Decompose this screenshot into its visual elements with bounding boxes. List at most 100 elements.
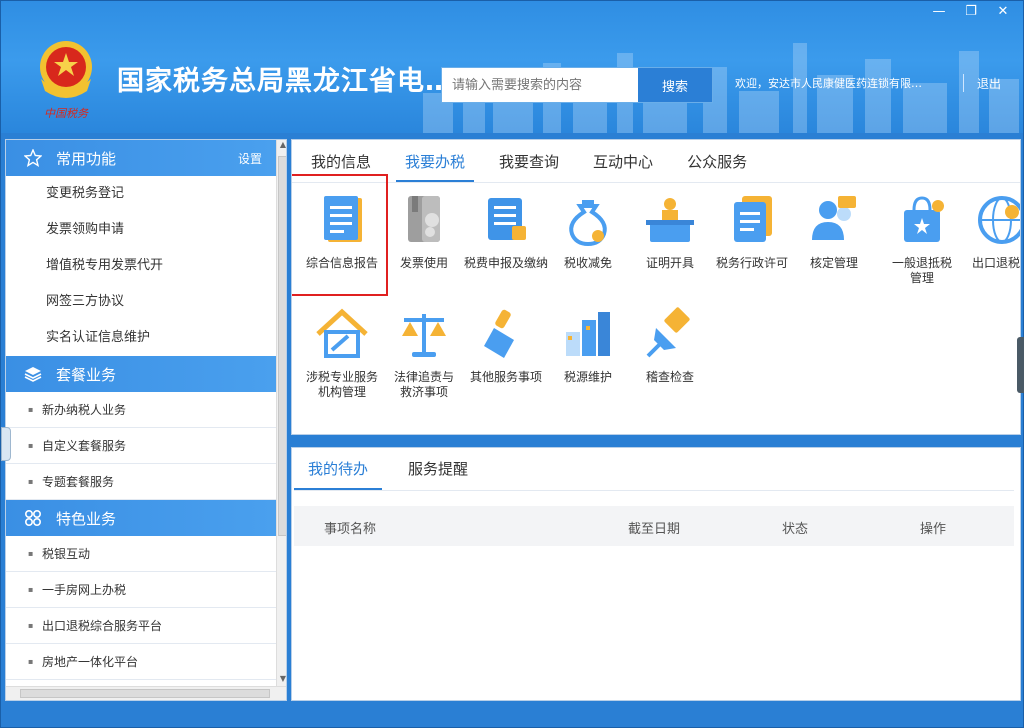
scrollbar-thumb[interactable]: [20, 689, 270, 698]
tasks-tabs: 我的待办 服务提醒: [294, 454, 494, 490]
pushpin-icon: [646, 307, 690, 358]
sidebar-item-tripartite-agreement[interactable]: 网签三方协议: [6, 284, 276, 320]
declaration-icon: [488, 198, 526, 240]
tile-tax-relief[interactable]: 税收减免: [546, 192, 630, 302]
search-input[interactable]: [442, 68, 636, 102]
sidebar-item-new-taxpayer[interactable]: 新办纳税人业务: [6, 392, 276, 428]
tab-query[interactable]: 我要查询: [490, 148, 568, 182]
tile-label: 涉税专业服务 机构管理: [305, 370, 378, 399]
sidebar-item-realname-auth[interactable]: 实名认证信息维护: [6, 320, 276, 356]
sidebar-collapse-handle[interactable]: [1, 427, 11, 461]
shopping-bag-icon: [904, 196, 944, 242]
selection-highlight-box: [292, 174, 388, 296]
tile-legal-remedy[interactable]: 法律追责与 救济事项: [382, 306, 466, 416]
list-item-label: 税银互动: [42, 547, 91, 561]
close-button[interactable]: ✕: [989, 3, 1017, 21]
tile-label: 税源维护: [563, 370, 612, 384]
money-bag-icon: [569, 200, 607, 247]
tile-other-services[interactable]: 其他服务事项: [464, 306, 548, 416]
sidebar-section-featured[interactable]: 特色业务: [6, 500, 276, 536]
tab-my-todo[interactable]: 我的待办: [294, 454, 383, 490]
minimize-button[interactable]: —: [925, 3, 953, 21]
sidebar-item-change-registration[interactable]: 变更税务登记: [6, 176, 276, 212]
sidebar-item-real-estate[interactable]: 房地产一体化平台: [6, 644, 276, 680]
sidebar-item-tax-bank[interactable]: 税银互动: [6, 536, 276, 572]
tasks-panel: 我的待办 服务提醒 事项名称 截至日期 状态 操作: [291, 447, 1021, 701]
tile-certificate[interactable]: 证明开具: [628, 192, 712, 302]
vertical-scrollbar[interactable]: ▲ ▼: [276, 140, 286, 686]
column-header-actions: 操作: [920, 522, 947, 537]
sidebar-item-custom-package[interactable]: 自定义套餐服务: [6, 428, 276, 464]
brush-icon: [484, 309, 514, 358]
tab-interaction[interactable]: 互动中心: [584, 148, 662, 182]
sidebar-item-topic-package[interactable]: 专题套餐服务: [6, 464, 276, 500]
users-icon: [812, 196, 856, 240]
search-box: 搜索: [441, 67, 713, 103]
section-label: 套餐业务: [56, 365, 117, 384]
tile-label: 其他服务事项: [469, 370, 542, 384]
tile-label: 一般退抵税 管理: [891, 256, 952, 285]
tab-divider: [294, 490, 1014, 491]
list-item-label: 一手房网上办税: [42, 583, 127, 597]
sidebar-section-package[interactable]: 套餐业务: [6, 356, 276, 392]
tile-assessment-management[interactable]: 核定管理: [792, 192, 876, 302]
tile-administrative-license[interactable]: 税务行政许可: [710, 192, 794, 302]
tile-label: 发票使用: [399, 256, 448, 270]
column-header-status: 状态: [782, 522, 809, 537]
tile-label: 稽查检查: [645, 370, 694, 384]
tile-label: 税务行政许可: [715, 256, 788, 270]
logout-link[interactable]: 退出: [977, 75, 1001, 92]
column-header-item-name: 事项名称: [324, 522, 377, 537]
tile-tax-agency-management[interactable]: 涉税专业服务 机构管理: [300, 306, 384, 416]
invoice-book-icon: [408, 196, 440, 242]
settings-link[interactable]: 设置: [238, 150, 262, 167]
tab-divider: [292, 182, 1020, 183]
tab-service-reminder[interactable]: 服务提醒: [394, 454, 482, 490]
scrollbar-thumb[interactable]: [278, 156, 286, 536]
header-banner: — ❐ ✕ 中国税务 国家税务总局黑龙江省电… 搜索 欢迎，安达市人民康健医药连…: [1, 1, 1023, 133]
divider: [963, 74, 964, 92]
tile-label: 税收减免: [563, 256, 612, 270]
service-desk-icon: [646, 198, 694, 242]
tile-export-refund[interactable]: 出口退税管: [960, 192, 1020, 302]
star-icon: [24, 149, 42, 167]
scales-icon: [402, 314, 446, 357]
sidebar-item-export-rebate[interactable]: 出口退税综合服务平台: [6, 608, 276, 644]
tile-tax-declaration[interactable]: 税费申报及缴纳: [464, 192, 548, 302]
table-header: 事项名称 截至日期 状态 操作: [294, 506, 1014, 546]
grid-icon: [24, 509, 42, 527]
sidebar-item-vat-invoice-issue[interactable]: 增值税专用发票代开: [6, 248, 276, 284]
tile-label: 法律追责与 救济事项: [393, 370, 454, 399]
app-window: — ❐ ✕ 中国税务 国家税务总局黑龙江省电… 搜索 欢迎，安达市人民康健医药连…: [0, 0, 1024, 728]
tab-public-service[interactable]: 公众服务: [678, 148, 756, 182]
svg-text:中国税务: 中国税务: [44, 107, 89, 120]
sidebar-section-common[interactable]: 常用功能 设置: [6, 140, 276, 176]
tab-tax-handling[interactable]: 我要办税: [396, 148, 475, 182]
tile-tax-source[interactable]: 税源维护: [546, 306, 630, 416]
status-bar: [1, 705, 1023, 727]
side-panel-handle[interactable]: [1017, 337, 1024, 393]
restore-button[interactable]: ❐: [957, 3, 985, 21]
license-icon: [734, 196, 772, 242]
sidebar-item-invoice-purchase[interactable]: 发票领购申请: [6, 212, 276, 248]
scroll-down-icon[interactable]: ▼: [277, 674, 286, 686]
page-title: 国家税务总局黑龙江省电…: [117, 66, 453, 97]
section-label: 常用功能: [56, 149, 117, 168]
search-button[interactable]: 搜索: [638, 68, 712, 102]
tile-general-refund[interactable]: 一般退抵税 管理: [880, 192, 964, 302]
sidebar: 常用功能 设置 变更税务登记 发票领购申请 增值税专用发票代开 网签三方协议 实…: [5, 139, 287, 701]
section-label: 特色业务: [56, 509, 117, 528]
horizontal-scrollbar[interactable]: [6, 686, 286, 700]
scroll-up-icon[interactable]: ▲: [277, 140, 286, 152]
list-item-label: 自定义套餐服务: [42, 439, 127, 453]
tile-invoice-use[interactable]: 发票使用: [382, 192, 466, 302]
sidebar-item-new-house-online[interactable]: 一手房网上办税: [6, 572, 276, 608]
globe-icon: [978, 196, 1020, 244]
tile-inspection[interactable]: 稽查检查: [628, 306, 712, 416]
tile-label: 税费申报及缴纳: [464, 256, 549, 270]
column-header-deadline: 截至日期: [628, 522, 681, 537]
welcome-text: 欢迎，安达市人民康健医药连锁有限…: [735, 77, 922, 90]
tile-label: 出口退税管: [971, 256, 1020, 270]
window-controls: — ❐ ✕: [925, 3, 1017, 21]
list-item-label: 房地产一体化平台: [42, 655, 139, 669]
